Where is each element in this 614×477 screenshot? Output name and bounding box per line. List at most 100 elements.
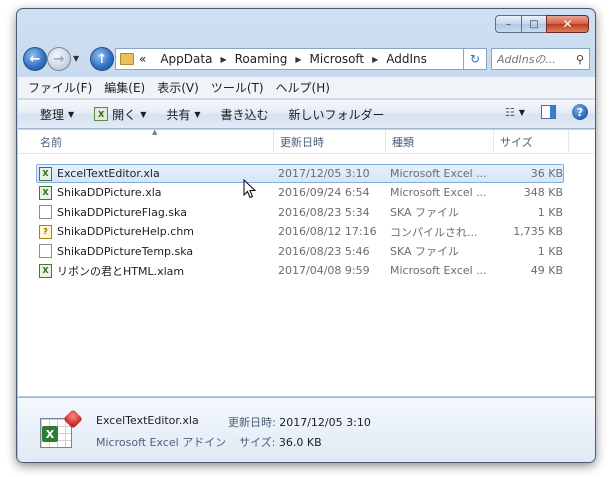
details-size: サイズ: 36.0 KB bbox=[239, 434, 322, 450]
file-name-cell: ShikaDDPictureTemp.ska bbox=[39, 243, 269, 260]
file-name: ShikaDDPictureTemp.ska bbox=[57, 244, 194, 258]
share-button[interactable]: 共有 ▼ bbox=[166, 106, 200, 123]
menu-file[interactable]: ファイル(F) bbox=[28, 79, 92, 96]
search-box[interactable]: ⚲ bbox=[491, 48, 590, 70]
menu-view[interactable]: 表示(V) bbox=[157, 79, 199, 96]
file-type: SKA ファイル bbox=[390, 206, 460, 220]
history-dropdown-icon[interactable]: ▼ bbox=[73, 54, 79, 63]
view-options-icon[interactable]: ☷ bbox=[505, 106, 515, 119]
details-filename: ExcelTextEditor.xla bbox=[96, 414, 199, 427]
new-folder-button[interactable]: 新しいフォルダー bbox=[289, 106, 385, 123]
chevron-down-icon: ▼ bbox=[140, 109, 147, 119]
menu-edit[interactable]: 編集(E) bbox=[104, 79, 145, 96]
menu-tools[interactable]: ツール(T) bbox=[211, 79, 264, 96]
file-row[interactable]: X リボンの君とHTML.xlam 2017/04/08 9:59 Microsoft… bbox=[36, 261, 564, 280]
address-bar[interactable]: « AppData ▶ Roaming ▶ Microsoft ▶ AddIns bbox=[115, 48, 464, 70]
column-type[interactable]: 種類 bbox=[386, 130, 494, 154]
back-button[interactable]: ← bbox=[23, 47, 47, 71]
preview-pane-icon[interactable] bbox=[541, 105, 556, 119]
file-date: 2017/04/08 9:59 bbox=[278, 264, 370, 277]
file-name-cell: X ExcelTextEditor.xla bbox=[39, 165, 269, 182]
excel-addin-icon: X bbox=[39, 185, 52, 200]
file-size: 49 KB bbox=[530, 264, 563, 277]
search-input[interactable] bbox=[497, 52, 569, 66]
file-type: Microsoft Excel ... bbox=[390, 167, 487, 180]
chevron-right-icon[interactable]: ▶ bbox=[372, 55, 378, 64]
file-list: ▲ 名前 更新日時 種類 サイズ X ExcelTextEditor.xla 201… bbox=[18, 128, 595, 396]
folder-icon bbox=[120, 53, 134, 65]
new-folder-label: 新しいフォルダー bbox=[288, 107, 385, 122]
file-name: ShikaDDPictureHelp.chm bbox=[57, 225, 195, 239]
file-name: リボンの君とHTML.xlam bbox=[57, 264, 185, 278]
burn-label: 書き込む bbox=[220, 107, 269, 122]
file-name-cell: X ShikaDDPicture.xla bbox=[39, 184, 269, 201]
file-name-cell: X リボンの君とHTML.xlam bbox=[39, 262, 269, 279]
search-icon[interactable]: ⚲ bbox=[576, 53, 584, 66]
column-size[interactable]: サイズ bbox=[494, 130, 569, 154]
file-row[interactable]: ShikaDDPictureFlag.ska 2016/08/23 5:34 SKA… bbox=[36, 203, 564, 222]
generic-file-icon bbox=[39, 205, 52, 220]
excel-addin-icon: X bbox=[39, 263, 52, 278]
details-modified-value: 2017/12/05 3:10 bbox=[279, 416, 371, 429]
chevron-right-icon[interactable]: ▶ bbox=[220, 55, 226, 64]
file-type: SKA ファイル bbox=[390, 245, 460, 259]
details-filetype: Microsoft Excel アドイン bbox=[96, 436, 227, 449]
breadcrumb-addins[interactable]: AddIns bbox=[386, 52, 427, 66]
breadcrumb-appdata[interactable]: AppData bbox=[160, 52, 212, 66]
file-date: 2016/09/24 6:54 bbox=[278, 186, 370, 200]
file-row[interactable]: ShikaDDPictureTemp.ska 2016/08/23 5:46 SKA… bbox=[36, 242, 564, 261]
file-size: 348 KB bbox=[523, 186, 563, 200]
file-name: ShikaDDPictureFlag.ska bbox=[57, 205, 187, 219]
breadcrumb-microsoft[interactable]: Microsoft bbox=[310, 52, 365, 66]
details-modified-label: 更新日時: bbox=[228, 416, 276, 429]
address-prefix[interactable]: « bbox=[139, 52, 146, 66]
organize-button[interactable]: 整理 ▼ bbox=[40, 106, 74, 123]
excel-badge: X bbox=[42, 426, 58, 442]
details-modified: 更新日時: 2017/12/05 3:10 bbox=[228, 414, 371, 430]
file-date: 2016/08/23 5:34 bbox=[278, 205, 370, 219]
file-date: 2017/12/05 3:10 bbox=[278, 167, 370, 180]
mouse-cursor-icon bbox=[243, 179, 257, 199]
details-pane: X ExcelTextEditor.xla Microsoft Excel アド… bbox=[18, 397, 595, 462]
chevron-down-icon[interactable]: ▼ bbox=[519, 108, 525, 117]
navigation-bar: ← → ▼ ↑ « AppData ▶ Roaming ▶ Microsoft … bbox=[17, 45, 595, 73]
file-row[interactable]: X ExcelTextEditor.xla 2017/12/05 3:10 Micro… bbox=[36, 164, 564, 183]
file-name: ExcelTextEditor.xla bbox=[57, 167, 160, 180]
file-size: 1 KB bbox=[537, 244, 563, 258]
column-name[interactable]: 名前 bbox=[34, 130, 274, 154]
explorer-window: – □ ✕ ← → ▼ ↑ « AppData ▶ Roaming ▶ Micr… bbox=[16, 8, 596, 463]
file-row[interactable]: ? ShikaDDPictureHelp.chm 2016/08/12 17:16 コ… bbox=[36, 222, 564, 241]
help-icon[interactable]: ? bbox=[572, 104, 588, 120]
open-button[interactable]: X 開く ▼ bbox=[94, 106, 146, 123]
details-size-value: 36.0 KB bbox=[278, 436, 322, 449]
breadcrumb-roaming[interactable]: Roaming bbox=[235, 52, 288, 66]
open-label: 開く bbox=[112, 107, 137, 122]
chevron-right-icon[interactable]: ▶ bbox=[295, 55, 301, 64]
forward-button[interactable]: → bbox=[47, 47, 71, 71]
burn-button[interactable]: 書き込む bbox=[221, 106, 269, 123]
share-label: 共有 bbox=[166, 107, 191, 122]
organize-label: 整理 bbox=[40, 107, 65, 122]
refresh-icon[interactable]: ↻ bbox=[464, 48, 487, 70]
chevron-down-icon: ▼ bbox=[194, 109, 201, 119]
minimize-button[interactable]: – bbox=[495, 15, 521, 33]
file-row[interactable]: X ShikaDDPicture.xla 2016/09/24 6:54 Micros… bbox=[36, 183, 564, 202]
up-folder-button[interactable]: ↑ bbox=[90, 47, 114, 71]
file-type: Microsoft Excel ... bbox=[390, 264, 487, 277]
excel-icon: X bbox=[94, 107, 109, 121]
close-button[interactable]: ✕ bbox=[546, 15, 589, 33]
toolbar-right: ☷ ▼ ? bbox=[505, 104, 595, 120]
command-bar: 整理 ▼ X 開く ▼ 共有 ▼ 書き込む 新しいフォルダー ☷ ▼ ? bbox=[18, 100, 595, 129]
excel-addin-large-icon: X bbox=[40, 409, 83, 448]
maximize-button[interactable]: □ bbox=[521, 15, 546, 33]
column-date[interactable]: 更新日時 bbox=[274, 130, 386, 154]
menu-bar: ファイル(F) 編集(E) 表示(V) ツール(T) ヘルプ(H) bbox=[18, 77, 595, 99]
column-name-label: 名前 bbox=[40, 136, 62, 149]
file-size: 1 KB bbox=[537, 205, 563, 219]
column-type-label: 種類 bbox=[392, 136, 414, 149]
column-size-label: サイズ bbox=[500, 136, 533, 149]
chm-help-icon: ? bbox=[39, 224, 52, 239]
menu-help[interactable]: ヘルプ(H) bbox=[276, 79, 330, 96]
file-date: 2016/08/12 17:16 bbox=[278, 225, 377, 239]
file-name: ShikaDDPicture.xla bbox=[57, 186, 162, 200]
